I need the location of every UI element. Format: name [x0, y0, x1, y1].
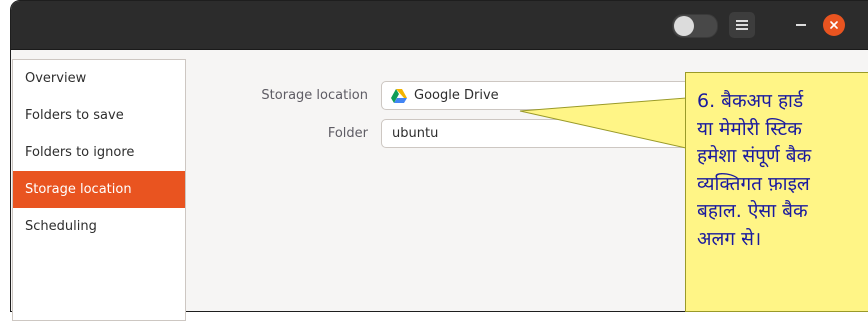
sidebar-item-folders-to-save[interactable]: Folders to save [13, 97, 185, 134]
storage-location-label: Storage location [261, 88, 368, 103]
sidebar-item-scheduling[interactable]: Scheduling [13, 208, 185, 245]
sidebar-item-storage-location[interactable]: Storage location [13, 171, 185, 208]
callout-line-5: बहाल. ऐसा बैक [697, 200, 808, 222]
hamburger-menu-icon [736, 20, 748, 30]
sidebar: Overview Folders to save Folders to igno… [12, 59, 186, 321]
minimize-icon [796, 24, 806, 26]
callout-line-1: 6. बैकअप हार्ड [697, 90, 804, 112]
callout-note: 6. बैकअप हार्ड या मेमोरी स्टिक हमेशा संप… [685, 72, 868, 312]
toggle-knob [674, 16, 694, 36]
title-bar [11, 1, 868, 50]
toggle-switch-icon[interactable] [672, 14, 718, 38]
minimize-button[interactable] [789, 13, 813, 37]
close-button[interactable] [823, 14, 845, 36]
close-icon [830, 21, 838, 29]
callout-line-4: व्यक्तिगत फ़ाइल [697, 172, 810, 195]
sidebar-item-overview[interactable]: Overview [13, 60, 185, 97]
storage-location-value: Google Drive [414, 88, 499, 103]
callout-line-2: या मेमोरी स्टिक [697, 117, 802, 140]
callout-line-6: अलग से। [697, 227, 762, 250]
sidebar-item-folders-to-ignore[interactable]: Folders to ignore [13, 134, 185, 171]
callout-line-3: हमेशा संपूर्ण बैक [697, 145, 812, 167]
google-drive-icon [391, 89, 407, 103]
menu-button[interactable] [729, 12, 755, 38]
folder-label: Folder [327, 126, 368, 141]
